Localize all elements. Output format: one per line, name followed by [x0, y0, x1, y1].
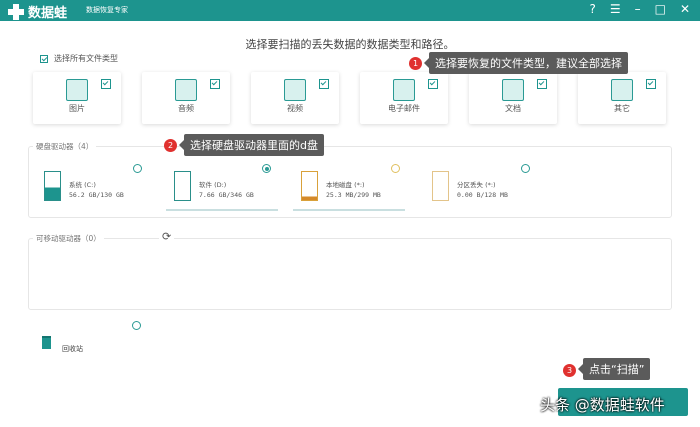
callout-number: 1: [409, 57, 422, 70]
drive-name: 系统 (C:): [69, 181, 96, 189]
file-type-video[interactable]: 视频: [251, 72, 339, 124]
drive-icon: [432, 171, 449, 201]
app-logo: 数据蛙: [8, 2, 67, 21]
file-type-label: 其它: [614, 104, 630, 113]
file-type-label: 文档: [505, 104, 521, 113]
selection-underline: [293, 209, 405, 211]
image-icon: [66, 79, 88, 101]
page-title: 选择要扫描的丢失数据的数据类型和路径。: [245, 38, 455, 51]
checkbox[interactable]: [319, 79, 329, 89]
drive-size: 25.3 MB/299 MB: [326, 191, 381, 199]
drive-icon: [174, 171, 191, 201]
app-name: 数据蛙: [28, 6, 68, 21]
drive-icon: [301, 171, 318, 201]
menu-icon[interactable]: ☰: [610, 2, 621, 16]
recycle-bin-label[interactable]: 回收站: [62, 344, 83, 354]
selection-underline: [166, 209, 278, 211]
callout-number: 2: [164, 139, 177, 152]
drive-name: 本地磁盘 (*:): [326, 181, 365, 189]
select-all-label: 选择所有文件类型: [54, 54, 118, 63]
checkbox[interactable]: [210, 79, 220, 89]
checkbox[interactable]: [428, 79, 438, 89]
refresh-icon[interactable]: ⟳: [159, 230, 175, 243]
drive-size: 56.2 GB/130 GB: [69, 191, 124, 199]
drive-name: 分区丢失 (*:): [457, 181, 496, 189]
drive-c[interactable]: 系统 (C:) 56.2 GB/130 GB: [44, 167, 159, 209]
select-all-checkbox[interactable]: 选择所有文件类型: [40, 53, 118, 64]
watermark: 头条 @数据蛙软件: [540, 396, 665, 414]
drive-c-radio[interactable]: [133, 164, 142, 173]
title-bar: 数据蛙 数据恢复专家 ? ☰ – □ ✕: [0, 0, 700, 21]
file-type-audio[interactable]: 音频: [142, 72, 230, 124]
callout-1: 选择要恢复的文件类型，建议全部选择: [424, 52, 628, 74]
help-icon[interactable]: ?: [589, 2, 595, 16]
drive-icon: [44, 171, 61, 201]
drive-local[interactable]: 本地磁盘 (*:) 25.3 MB/299 MB: [293, 167, 416, 211]
file-type-label: 图片: [69, 104, 85, 113]
callout-2: 选择硬盘驱动器里面的d盘: [179, 134, 324, 156]
group-legend: 可移动驱动器（0）: [33, 233, 104, 244]
video-icon: [284, 79, 306, 101]
callout-number: 3: [563, 364, 576, 377]
checkbox[interactable]: [537, 79, 547, 89]
drive-name: 软件 (D:): [199, 181, 227, 189]
checkbox[interactable]: [101, 79, 111, 89]
app-subtitle: 数据恢复专家: [86, 6, 128, 14]
trash-icon: [42, 336, 51, 349]
logo-cross-icon: [8, 3, 24, 20]
other-icon: [611, 79, 633, 101]
file-type-document[interactable]: 文档: [469, 72, 557, 124]
file-type-other[interactable]: 其它: [578, 72, 666, 124]
hard-drives-group: 硬盘驱动器（4） 系统 (C:) 56.2 GB/130 GB 软件 (D:) …: [28, 141, 672, 218]
removable-drives-group: 可移动驱动器（0） ⟳: [28, 230, 672, 310]
drive-local-radio[interactable]: [391, 164, 400, 173]
callout-3: 点击“扫描”: [577, 358, 651, 380]
drive-size: 7.66 GB/346 GB: [199, 191, 254, 199]
file-type-label: 视频: [287, 104, 303, 113]
email-icon: [393, 79, 415, 101]
drive-d[interactable]: 软件 (D:) 7.66 GB/346 GB: [166, 167, 289, 211]
file-type-image[interactable]: 图片: [33, 72, 121, 124]
minimize-icon[interactable]: –: [635, 2, 641, 16]
file-type-email[interactable]: 电子邮件: [360, 72, 448, 124]
file-type-label: 音频: [178, 104, 194, 113]
drive-lost-partition[interactable]: 分区丢失 (*:) 0.00 B/128 MB: [432, 167, 547, 209]
music-icon: [175, 79, 197, 101]
document-icon: [502, 79, 524, 101]
checkbox-icon: [40, 54, 48, 63]
group-legend: 硬盘驱动器（4）: [33, 141, 97, 152]
maximize-icon[interactable]: □: [655, 2, 666, 16]
close-icon[interactable]: ✕: [680, 2, 690, 16]
file-type-label: 电子邮件: [388, 104, 420, 113]
drive-size: 0.00 B/128 MB: [457, 191, 508, 199]
drive-lost-radio[interactable]: [521, 164, 530, 173]
drive-d-radio[interactable]: [262, 164, 271, 173]
recycle-bin-radio[interactable]: [132, 321, 141, 330]
checkbox[interactable]: [646, 79, 656, 89]
